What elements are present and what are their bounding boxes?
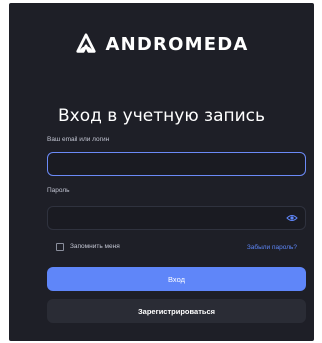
forgot-password-link[interactable]: Забыли пароль? bbox=[247, 244, 297, 251]
login-label: Ваш email или логин bbox=[47, 136, 110, 143]
register-button[interactable]: Зарегистрироваться bbox=[47, 299, 306, 323]
page-title: Вход в учетную запись bbox=[57, 106, 266, 126]
login-input[interactable] bbox=[47, 152, 306, 176]
brand-name: ANDROMEDA bbox=[105, 33, 249, 55]
password-input[interactable] bbox=[47, 206, 306, 230]
remember-me-checkbox[interactable] bbox=[56, 243, 64, 251]
login-card: ANDROMEDA Вход в учетную запись Ваш emai… bbox=[9, 3, 314, 341]
remember-me-label[interactable]: Запомнить меня bbox=[70, 243, 120, 250]
andromeda-logo-icon bbox=[75, 33, 96, 53]
brand-logo: ANDROMEDA bbox=[9, 33, 314, 55]
login-button[interactable]: Вход bbox=[47, 267, 306, 291]
login-button-label: Вход bbox=[168, 274, 185, 284]
register-button-label: Зарегистрироваться bbox=[137, 306, 216, 316]
password-label: Пароль bbox=[47, 187, 70, 194]
show-password-eye-icon[interactable] bbox=[286, 213, 298, 223]
